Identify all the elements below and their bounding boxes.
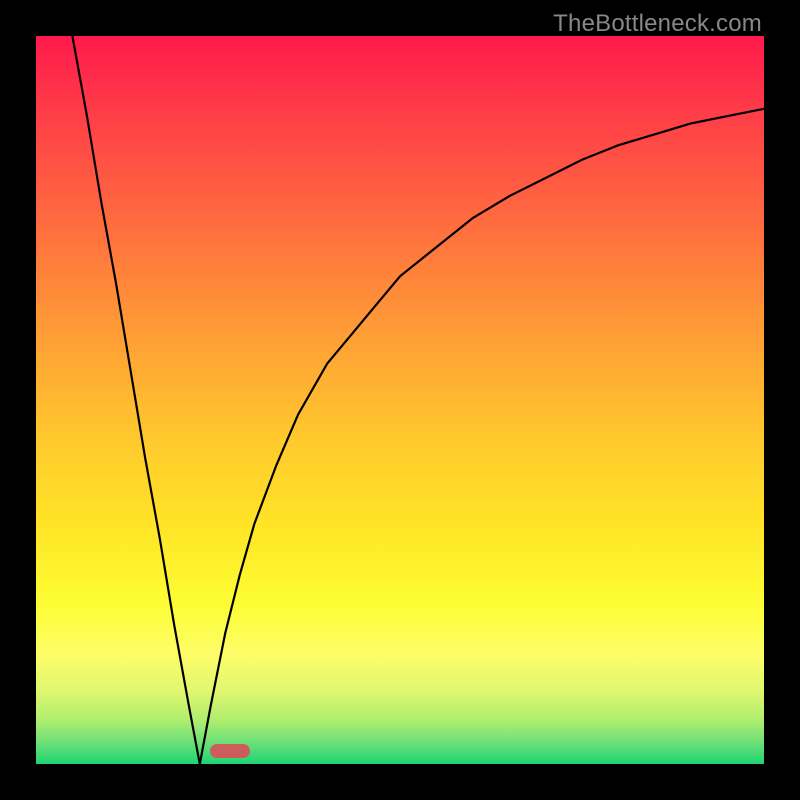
bottleneck-curve	[72, 36, 764, 764]
chart-curve-svg	[36, 36, 764, 764]
min-point-marker	[210, 744, 250, 758]
chart-plot-area	[36, 36, 764, 764]
watermark-text: TheBottleneck.com	[553, 10, 762, 38]
